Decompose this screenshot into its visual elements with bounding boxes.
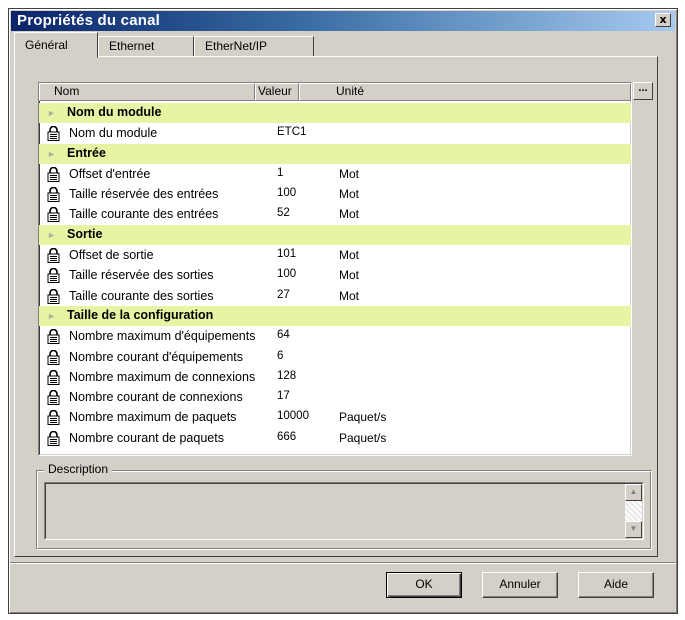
ok-button[interactable]: OK: [386, 572, 462, 598]
help-button[interactable]: Aide: [578, 572, 654, 598]
cancel-button[interactable]: Annuler: [482, 572, 558, 598]
tab-general[interactable]: Général: [14, 32, 98, 58]
tab-panel: [14, 56, 658, 557]
divider: [10, 562, 676, 564]
tab-ethernet-ip[interactable]: EtherNet/IP: [194, 36, 314, 57]
window-title: Propriétés du canal: [17, 12, 161, 29]
title-bar[interactable]: Propriétés du canal x: [11, 11, 675, 31]
close-button[interactable]: x: [655, 13, 671, 27]
tab-ethernet[interactable]: Ethernet: [98, 36, 194, 57]
